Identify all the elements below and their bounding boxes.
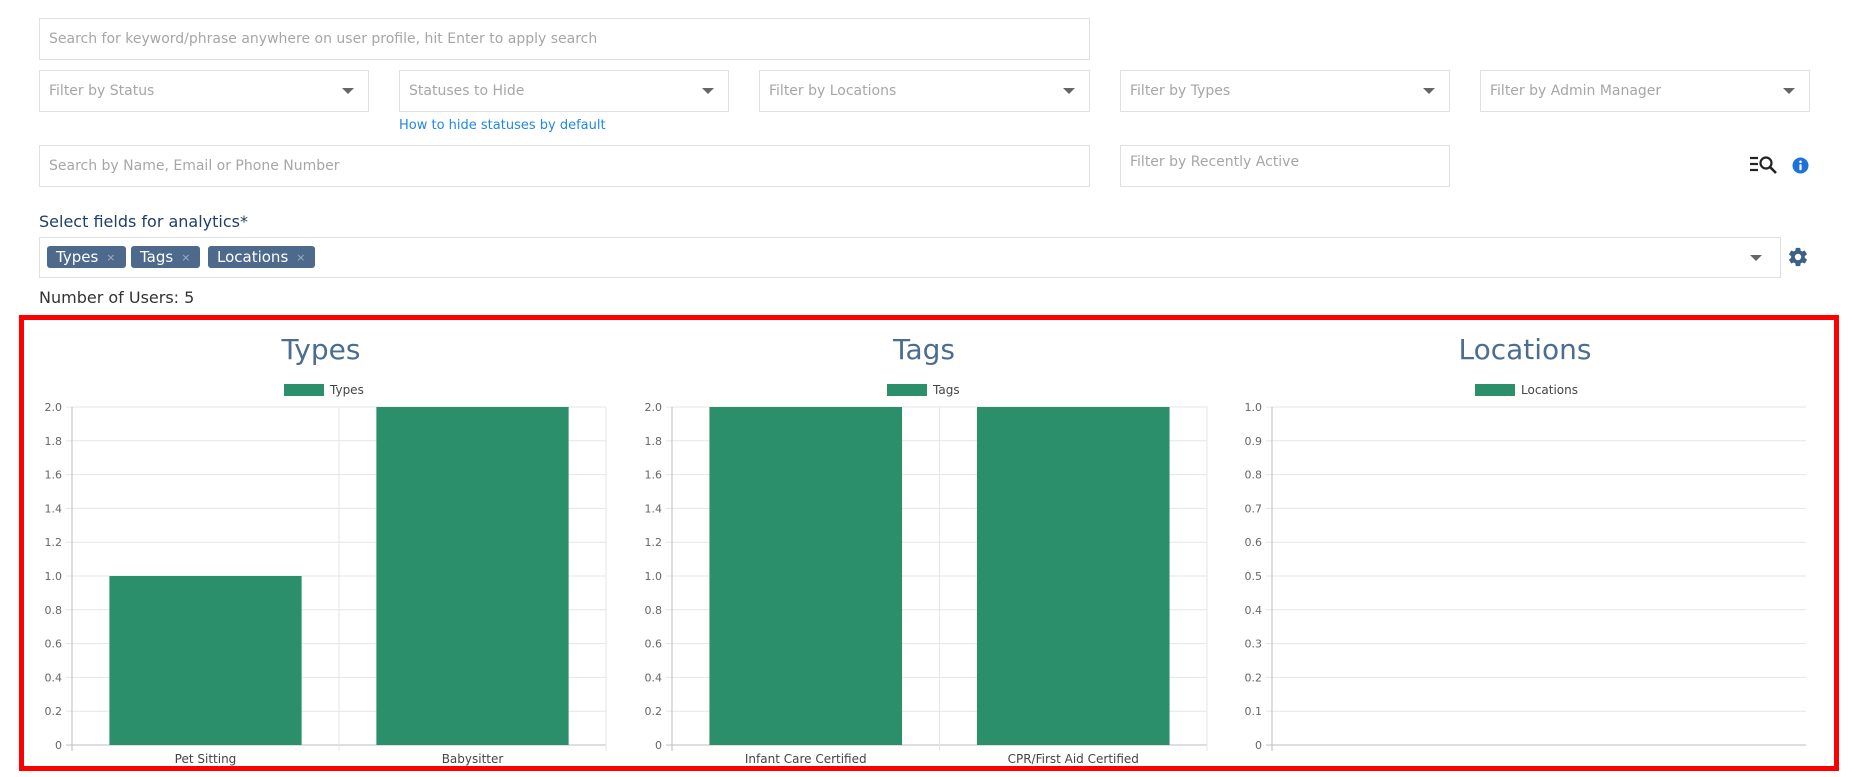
statuses-hide-placeholder: Statuses to Hide: [409, 83, 525, 99]
x-tick-label: CPR/First Aid Certified: [1008, 752, 1139, 766]
y-tick-label: 1.4: [645, 502, 663, 515]
keyword-search-input[interactable]: Search for keyword/phrase anywhere on us…: [39, 18, 1090, 60]
y-tick-label: 1.0: [645, 570, 663, 583]
chevron-down-icon: [1750, 254, 1762, 261]
y-tick-label: 0.2: [45, 705, 63, 718]
chevron-down-icon: [1063, 88, 1075, 94]
tag-remove-icon[interactable]: ×: [296, 251, 305, 264]
tag-remove-icon[interactable]: ×: [106, 251, 115, 264]
selected-field-tag: Tags ×: [131, 246, 201, 268]
y-tick-label: 0.5: [1245, 570, 1263, 583]
user-count: Number of Users: 5: [39, 288, 195, 307]
admin-manager-filter-select[interactable]: Filter by Admin Manager: [1480, 70, 1810, 112]
y-tick-label: 1.8: [45, 435, 63, 448]
analytics-fields-label: Select fields for analytics*: [39, 212, 248, 231]
y-tick-label: 0: [55, 739, 62, 752]
y-tick-label: 0.6: [645, 638, 663, 651]
y-tick-label: 0.4: [645, 671, 663, 684]
y-tick-label: 1.2: [45, 536, 63, 549]
y-tick-label: 0.8: [1245, 469, 1263, 482]
y-tick-label: 0: [1255, 739, 1262, 752]
x-tick-label: Babysitter: [442, 752, 504, 766]
y-tick-label: 0.7: [1245, 502, 1263, 515]
chart-title-locations: Locations: [1458, 333, 1592, 366]
types-filter-placeholder: Filter by Types: [1130, 83, 1231, 99]
y-tick-label: 2.0: [645, 401, 663, 414]
tags-bar-chart: 0 0.2 0.4 0.6 0.8 1.0 1.2 1.4 1.6 1.8 2.0 Infant Ca…: [645, 401, 1208, 766]
chevron-down-icon: [702, 88, 714, 94]
statuses-hide-select[interactable]: Statuses to Hide: [399, 70, 729, 112]
locations-filter-select[interactable]: Filter by Locations: [759, 70, 1090, 112]
x-tick-label: Pet Sitting: [175, 752, 237, 766]
y-tick-label: 0.3: [1245, 638, 1263, 651]
locations-filter-placeholder: Filter by Locations: [769, 83, 897, 99]
types-bar-chart: 0 0.2 0.4 0.6 0.8 1.0 1.2 1.4 1.6 1.8 2.0 Pet Sitti…: [45, 401, 607, 766]
status-filter-placeholder: Filter by Status: [49, 83, 155, 99]
types-filter-select[interactable]: Filter by Types: [1120, 70, 1450, 112]
y-tick-label: 0: [655, 739, 662, 752]
tag-label: Types: [56, 248, 99, 266]
y-tick-label: 1.6: [645, 469, 663, 482]
selected-field-tag: Locations ×: [208, 246, 316, 268]
y-tick-label: 1.0: [1245, 401, 1263, 414]
bar: [109, 576, 302, 745]
tag-remove-icon[interactable]: ×: [181, 251, 190, 264]
chart-title-tags: Tags: [893, 333, 955, 366]
chevron-down-icon: [1423, 88, 1435, 94]
y-tick-label: 1.4: [45, 502, 63, 515]
y-tick-label: 0.4: [1245, 604, 1263, 617]
y-tick-label: 0.8: [45, 604, 63, 617]
y-tick-label: 0.4: [45, 671, 63, 684]
y-tick-label: 1.8: [645, 435, 663, 448]
selected-field-tag: Types ×: [47, 246, 126, 268]
list-search-icon[interactable]: [1749, 155, 1779, 175]
chevron-down-icon: [342, 88, 354, 94]
bar: [709, 407, 903, 745]
hide-statuses-link[interactable]: How to hide statuses by default: [399, 118, 606, 133]
bar: [976, 407, 1170, 745]
status-filter-select[interactable]: Filter by Status: [39, 70, 369, 112]
y-tick-label: 1.6: [45, 469, 63, 482]
y-tick-label: 0.1: [1245, 705, 1263, 718]
recently-active-filter[interactable]: Filter by Recently Active: [1120, 145, 1450, 187]
x-tick-label: Infant Care Certified: [745, 752, 867, 766]
admin-manager-filter-placeholder: Filter by Admin Manager: [1490, 83, 1662, 99]
y-tick-label: 0.6: [1245, 536, 1263, 549]
recently-active-placeholder: Filter by Recently Active: [1130, 154, 1300, 170]
chevron-down-icon: [1783, 88, 1795, 94]
tag-label: Tags: [140, 248, 174, 266]
y-tick-label: 1.2: [645, 536, 663, 549]
y-tick-label: 1.0: [45, 570, 63, 583]
bar: [376, 407, 569, 745]
y-tick-label: 0.2: [1245, 671, 1263, 684]
gear-icon[interactable]: [1787, 246, 1809, 268]
y-tick-label: 0.6: [45, 638, 63, 651]
y-tick-label: 2.0: [45, 401, 63, 414]
locations-bar-chart: 0 0.1 0.2 0.3 0.4 0.5 0.6 0.7 0.8 0.9 1.0: [1245, 401, 1806, 752]
tag-label: Locations: [217, 248, 289, 266]
chart-title-types: Types: [281, 333, 361, 366]
info-icon[interactable]: [1792, 157, 1809, 174]
name-search-input[interactable]: Search by Name, Email or Phone Number: [39, 145, 1090, 187]
y-tick-label: 0.8: [645, 604, 663, 617]
keyword-search-placeholder: Search for keyword/phrase anywhere on us…: [49, 31, 598, 47]
y-tick-label: 0.2: [645, 705, 663, 718]
y-tick-label: 0.9: [1245, 435, 1263, 448]
name-search-placeholder: Search by Name, Email or Phone Number: [49, 158, 340, 174]
